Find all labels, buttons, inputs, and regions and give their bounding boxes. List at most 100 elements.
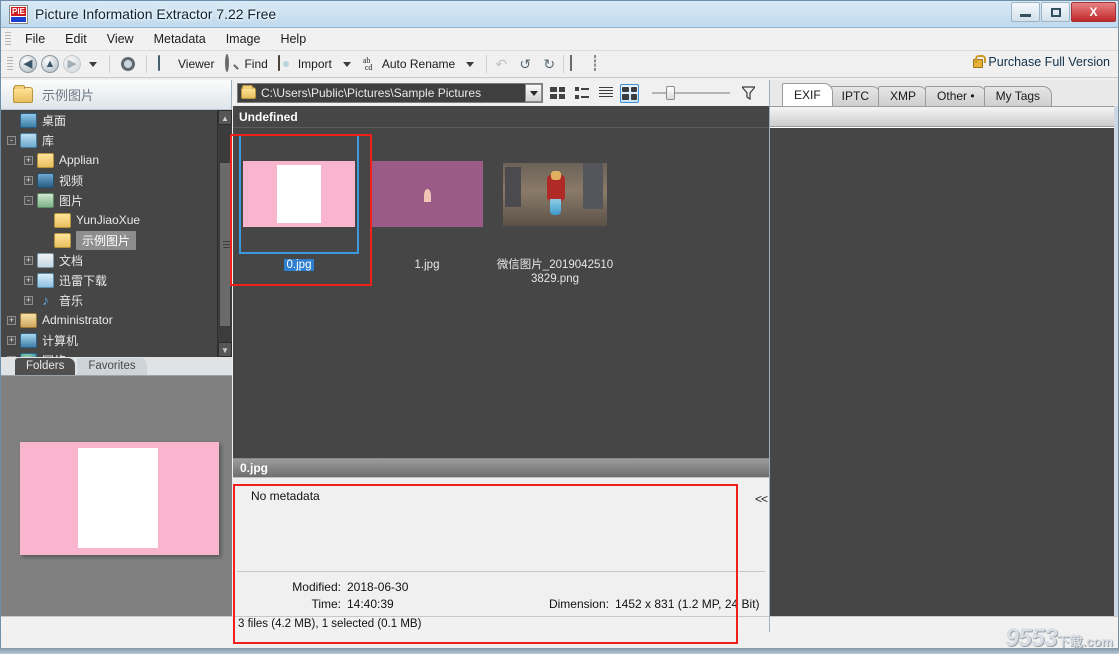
- modified-value: 2018-06-30: [347, 580, 409, 594]
- music-icon: ♪: [42, 291, 49, 308]
- right-panel-scrollbar[interactable]: [1114, 106, 1118, 616]
- auto-rename-button[interactable]: ab cd Auto Rename: [357, 54, 460, 74]
- view-mode-details[interactable]: [596, 84, 615, 103]
- slider-knob[interactable]: [666, 86, 675, 100]
- no-metadata-message: No metadata: [251, 489, 320, 503]
- thumbnail-size-slider[interactable]: [652, 86, 730, 100]
- field-row-time: Time: 14:40:39 Dimension: 1452 x 831 (1.…: [233, 596, 769, 613]
- pie-app-icon: PIE: [9, 5, 28, 24]
- batch-icon[interactable]: [570, 55, 586, 72]
- tree-item-3[interactable]: + 视频: [1, 170, 232, 190]
- tab-iptc[interactable]: IPTC: [829, 86, 882, 106]
- thumbnail-item-2[interactable]: 微信图片_2019042510 3829.png: [495, 134, 615, 286]
- auto-rename-dropdown-icon[interactable]: [466, 61, 475, 67]
- forward-icon[interactable]: ▶: [63, 55, 81, 73]
- view-mode-tiles[interactable]: [548, 84, 567, 103]
- history-dropdown-icon[interactable]: [89, 61, 97, 67]
- tree-item-label: YunJiaoXue: [76, 213, 141, 227]
- purchase-full-version-button[interactable]: Purchase Full Version: [973, 55, 1110, 69]
- tab-my-tags[interactable]: My Tags: [983, 86, 1053, 106]
- thumbnail-item-0[interactable]: 0.jpg: [239, 134, 359, 272]
- viewer-label: Viewer: [178, 57, 215, 71]
- menu-item-view[interactable]: View: [97, 29, 144, 49]
- tree-item-6[interactable]: 示例图片: [1, 230, 232, 250]
- expand-icon[interactable]: +: [24, 295, 33, 305]
- thumbnail-grid[interactable]: 0.jpg 1.jpg 微信图片_2019042510 3829.png: [233, 128, 769, 458]
- tab-favorites[interactable]: Favorites: [77, 358, 147, 375]
- folder-icon: [54, 232, 71, 248]
- tree-item-1[interactable]: -库: [1, 130, 232, 150]
- expand-icon[interactable]: +: [24, 155, 33, 165]
- rotate-right-icon[interactable]: ↻: [541, 56, 557, 72]
- menu-item-image[interactable]: Image: [216, 29, 271, 49]
- tab-folders[interactable]: Folders: [15, 358, 76, 375]
- menu-item-file[interactable]: File: [15, 29, 55, 49]
- menu-item-metadata[interactable]: Metadata: [144, 29, 216, 49]
- collapse-icon[interactable]: -: [7, 135, 16, 145]
- auto-rename-label: Auto Rename: [381, 57, 456, 71]
- back-icon[interactable]: ◀: [19, 55, 37, 73]
- viewer-button[interactable]: Viewer: [153, 54, 219, 74]
- minimize-button[interactable]: [1011, 2, 1040, 22]
- tree-item-12[interactable]: +网络: [1, 350, 232, 357]
- import-label: Import: [297, 57, 332, 71]
- tree-item-9[interactable]: + ♪ 音乐: [1, 290, 232, 310]
- tree-item-8[interactable]: + 迅雷下载: [1, 270, 232, 290]
- tree-item-7[interactable]: + 文档: [1, 250, 232, 270]
- view-mode-thumbnails[interactable]: [620, 83, 639, 103]
- thumbnail-item-1[interactable]: 1.jpg: [367, 134, 487, 272]
- tree-item-11[interactable]: + 计算机: [1, 330, 232, 350]
- scroll-thumb[interactable]: [219, 162, 231, 327]
- folder-tree[interactable]: 桌面 - 库 + Applian + 视频 - 图片 YunJiaoXue 示例图片 + 文档 + 迅雷下载…: [1, 110, 232, 357]
- up-icon[interactable]: ▲: [41, 55, 59, 73]
- find-button[interactable]: Find: [219, 54, 272, 74]
- rotate-left-icon[interactable]: ↺: [517, 56, 533, 72]
- view-mode-list[interactable]: [572, 84, 591, 103]
- preview-pane: [1, 375, 232, 616]
- details-view-icon: [598, 87, 613, 99]
- tree-item-label: 文档: [59, 253, 84, 268]
- maximize-button[interactable]: [1041, 2, 1070, 22]
- title-bar: PIE Picture Information Extractor 7.22 F…: [1, 1, 1118, 28]
- expand-icon[interactable]: +: [24, 255, 33, 265]
- tab-exif[interactable]: EXIF: [782, 83, 833, 106]
- expand-icon[interactable]: +: [7, 335, 16, 345]
- tree-item-5[interactable]: YunJiaoXue: [1, 210, 232, 230]
- tree-item-0[interactable]: 桌面: [1, 110, 232, 130]
- folder-icon: [54, 212, 71, 228]
- scroll-down-icon[interactable]: ▼: [218, 342, 232, 357]
- computer-icon: [20, 332, 37, 348]
- field-row-modified: Modified: 2018-06-30: [233, 579, 769, 596]
- path-dropdown-icon[interactable]: [525, 84, 542, 102]
- tab-other[interactable]: Other •: [925, 86, 987, 106]
- expand-icon[interactable]: +: [24, 175, 33, 185]
- menu-item-edit[interactable]: Edit: [55, 29, 97, 49]
- tree-scrollbar[interactable]: ▲ ▼: [217, 110, 232, 357]
- collapse-panel-button[interactable]: <<: [755, 492, 768, 506]
- dimension-value: 1452 x 831 (1.2 MP, 24 Bit): [615, 597, 760, 611]
- menu-item-help[interactable]: Help: [270, 29, 316, 49]
- scroll-up-icon[interactable]: ▲: [218, 110, 232, 125]
- tree-item-2[interactable]: + Applian: [1, 150, 232, 170]
- tree-item-label: 视频: [59, 173, 84, 188]
- tree-item-label: 迅雷下载: [59, 273, 108, 288]
- close-button[interactable]: X: [1071, 2, 1116, 22]
- expand-icon[interactable]: +: [7, 315, 16, 325]
- settings-button[interactable]: [116, 55, 140, 73]
- tree-item-4[interactable]: - 图片: [1, 190, 232, 210]
- window-controls: X: [1011, 2, 1116, 22]
- filter-icon[interactable]: [740, 86, 757, 101]
- undo-icon[interactable]: ↶: [493, 56, 509, 72]
- tab-xmp[interactable]: XMP: [878, 86, 929, 106]
- batch-preview-icon[interactable]: [594, 55, 610, 72]
- expand-icon[interactable]: +: [24, 275, 33, 285]
- library-icon: [20, 132, 37, 148]
- path-combobox[interactable]: C:\Users\Public\Pictures\Sample Pictures: [237, 83, 543, 103]
- collapse-icon[interactable]: -: [24, 195, 33, 205]
- tree-item-10[interactable]: + Administrator: [1, 310, 232, 330]
- menu-bar: File Edit View Metadata Image Help: [1, 28, 1118, 51]
- import-button[interactable]: Import: [273, 54, 337, 74]
- import-dropdown-icon[interactable]: [342, 61, 351, 67]
- dimension-label: Dimension:: [548, 597, 609, 611]
